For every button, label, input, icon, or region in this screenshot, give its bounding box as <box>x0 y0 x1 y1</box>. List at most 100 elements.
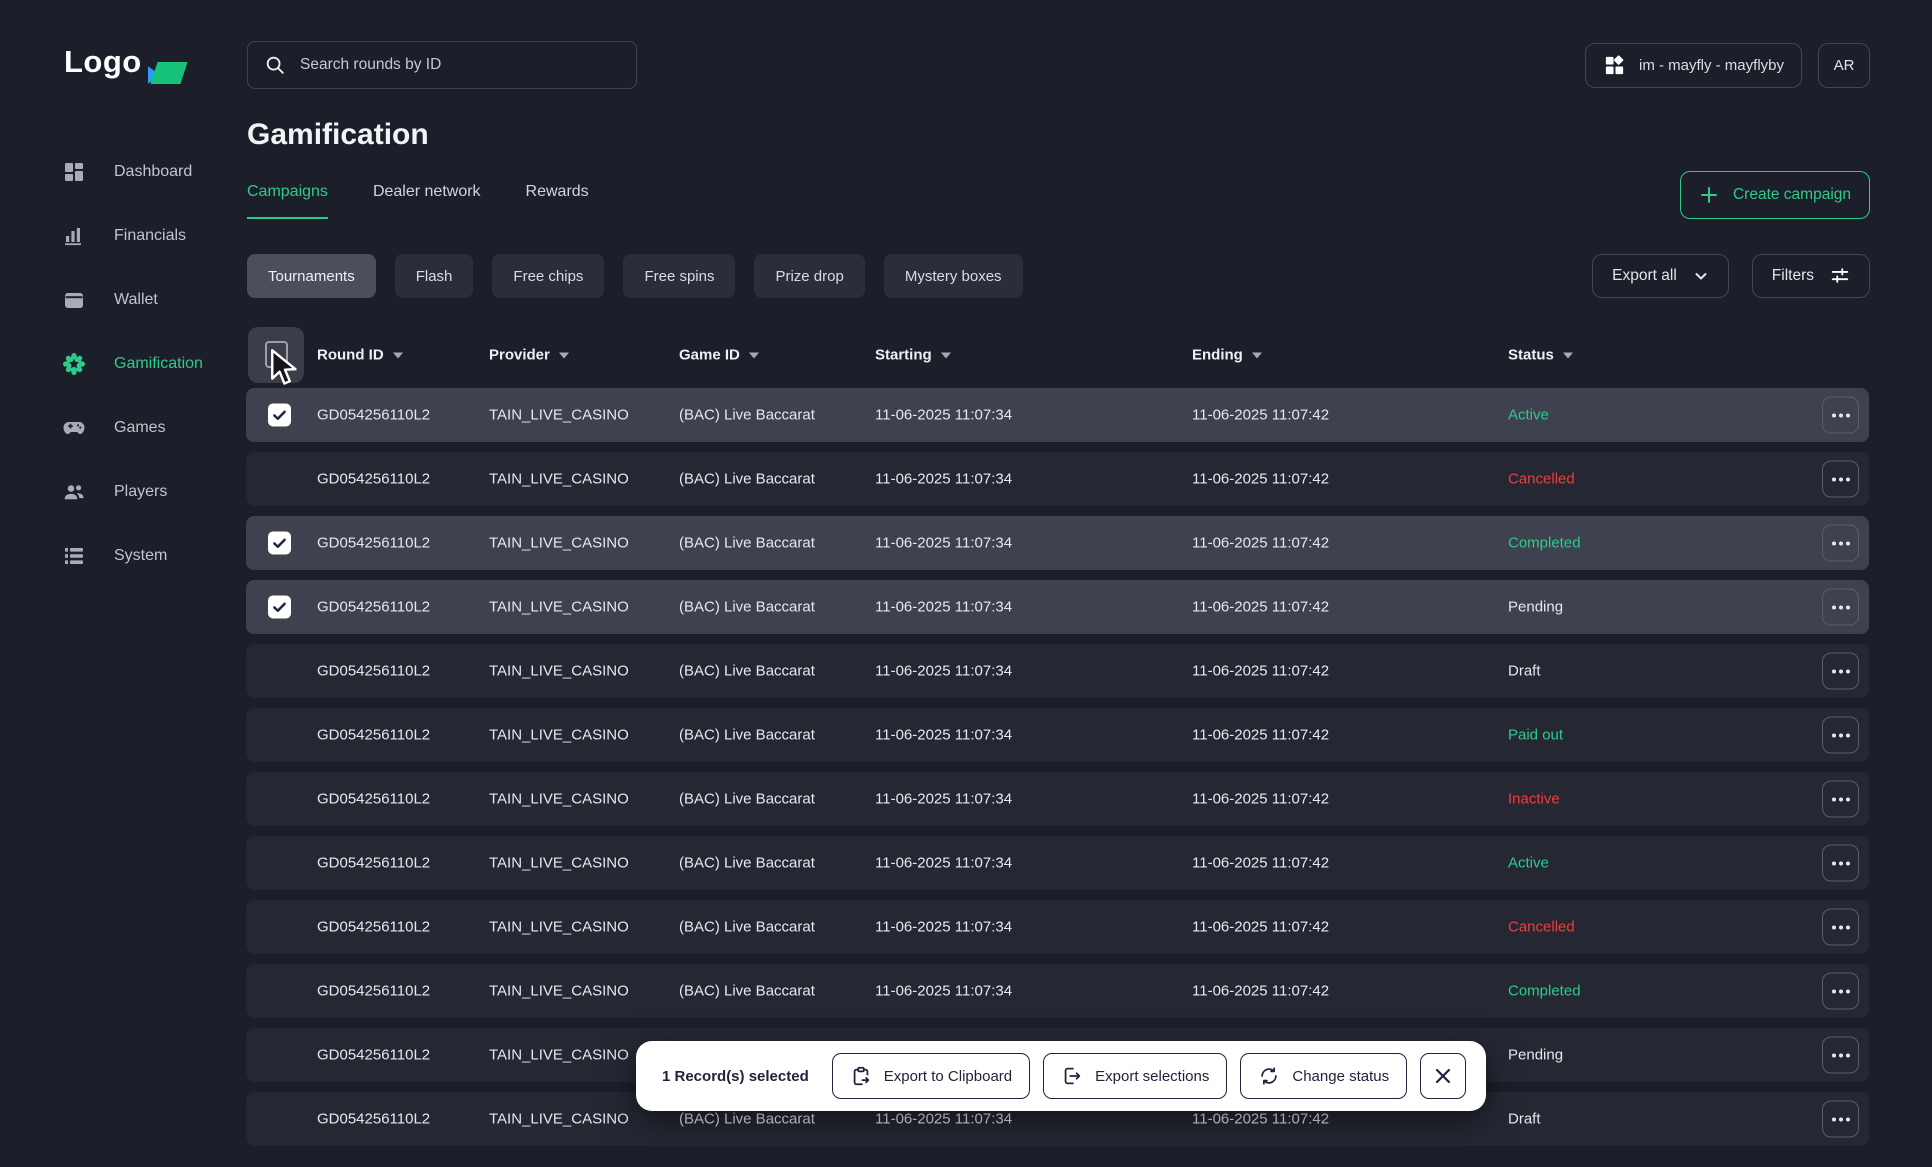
round-id-cell: GD054256110L2 <box>317 855 430 872</box>
sidebar-item-label: Games <box>114 419 166 437</box>
chip-tournaments[interactable]: Tournaments <box>247 254 376 298</box>
row-actions-button[interactable] <box>1822 717 1859 754</box>
provider-cell: TAIN_LIVE_CASINO <box>489 919 629 936</box>
game-id-cell: (BAC) Live Baccarat <box>679 919 815 936</box>
row-actions-button[interactable] <box>1822 461 1859 498</box>
table-row[interactable]: GD054256110L2 TAIN_LIVE_CASINO (BAC) Liv… <box>246 452 1869 506</box>
table-row[interactable]: GD054256110L2 TAIN_LIVE_CASINO (BAC) Liv… <box>246 964 1869 1018</box>
sidebar-item-wallet[interactable]: Wallet <box>0 268 246 332</box>
export-to-clipboard-button[interactable]: Export to Clipboard <box>832 1053 1030 1099</box>
column-header-round-id[interactable]: Round ID <box>317 347 403 364</box>
logo-mark-icon <box>144 60 188 90</box>
column-header-status[interactable]: Status <box>1508 347 1573 364</box>
ending-cell: 11-06-2025 11:07:42 <box>1192 791 1329 808</box>
table-row[interactable]: GD054256110L2 TAIN_LIVE_CASINO (BAC) Liv… <box>246 708 1869 762</box>
gamepad-icon <box>62 416 86 440</box>
tab-dealer-network[interactable]: Dealer network <box>373 183 481 219</box>
selection-toolbar: 1 Record(s) selected Export to Clipboard… <box>636 1041 1486 1111</box>
row-checkbox[interactable] <box>268 404 291 427</box>
chip-free-spins[interactable]: Free spins <box>623 254 735 298</box>
create-campaign-button[interactable]: Create campaign <box>1680 171 1870 219</box>
table-row[interactable]: GD054256110L2 TAIN_LIVE_CASINO (BAC) Liv… <box>246 644 1869 698</box>
round-id-cell: GD054256110L2 <box>317 727 430 744</box>
round-id-cell: GD054256110L2 <box>317 407 430 424</box>
sidebar-item-dashboard[interactable]: Dashboard <box>0 140 246 204</box>
sidebar-item-games[interactable]: Games <box>0 396 246 460</box>
row-actions-button[interactable] <box>1822 397 1859 434</box>
row-checkbox[interactable] <box>268 596 291 619</box>
chip-free-chips[interactable]: Free chips <box>492 254 604 298</box>
row-checkbox[interactable] <box>268 532 291 555</box>
round-id-cell: GD054256110L2 <box>317 599 430 616</box>
status-badge: Pending <box>1508 1047 1563 1064</box>
table-row[interactable]: GD054256110L2 TAIN_LIVE_CASINO (BAC) Liv… <box>246 516 1869 570</box>
export-selections-button[interactable]: Export selections <box>1043 1053 1227 1099</box>
sidebar-item-gamification[interactable]: Gamification <box>0 332 246 396</box>
row-actions-button[interactable] <box>1822 1101 1859 1138</box>
table-row[interactable]: GD054256110L2 TAIN_LIVE_CASINO (BAC) Liv… <box>246 836 1869 890</box>
round-id-cell: GD054256110L2 <box>317 1111 430 1128</box>
chip-prize-drop[interactable]: Prize drop <box>754 254 864 298</box>
chevron-down-icon <box>1693 268 1709 284</box>
export-all-button[interactable]: Export all <box>1592 254 1729 298</box>
tab-campaigns[interactable]: Campaigns <box>247 183 328 219</box>
table-row[interactable]: GD054256110L2 TAIN_LIVE_CASINO (BAC) Liv… <box>246 772 1869 826</box>
chip-flash[interactable]: Flash <box>395 254 474 298</box>
row-actions-button[interactable] <box>1822 525 1859 562</box>
row-actions-button[interactable] <box>1822 973 1859 1010</box>
ending-cell: 11-06-2025 11:07:42 <box>1192 919 1329 936</box>
filters-button[interactable]: Filters <box>1752 254 1870 298</box>
chip-mystery-boxes[interactable]: Mystery boxes <box>884 254 1023 298</box>
sidebar-item-label: Financials <box>114 227 186 245</box>
ending-cell: 11-06-2025 11:07:42 <box>1192 471 1329 488</box>
sidebar-item-system[interactable]: System <box>0 524 246 588</box>
row-actions-button[interactable] <box>1822 589 1859 626</box>
page-title: Gamification <box>247 118 429 152</box>
ellipsis-icon <box>1832 477 1836 481</box>
table-row[interactable]: GD054256110L2 TAIN_LIVE_CASINO (BAC) Liv… <box>246 900 1869 954</box>
search-rounds-box <box>247 41 637 89</box>
column-header-starting[interactable]: Starting <box>875 347 951 364</box>
status-badge: Cancelled <box>1508 471 1575 488</box>
sidebar-item-financials[interactable]: Financials <box>0 204 246 268</box>
players-icon <box>62 480 86 504</box>
sort-caret-icon <box>1563 352 1573 358</box>
ellipsis-icon <box>1832 733 1836 737</box>
game-id-cell: (BAC) Live Baccarat <box>679 791 815 808</box>
close-selection-toolbar-button[interactable] <box>1420 1053 1466 1099</box>
row-actions-button[interactable] <box>1822 845 1859 882</box>
round-id-cell: GD054256110L2 <box>317 535 430 552</box>
row-actions-button[interactable] <box>1822 781 1859 818</box>
row-actions-button[interactable] <box>1822 1037 1859 1074</box>
search-input[interactable] <box>300 56 620 74</box>
workspace-switcher-button[interactable]: im - mayfly - mayflyby <box>1585 43 1802 88</box>
provider-cell: TAIN_LIVE_CASINO <box>489 855 629 872</box>
plus-icon <box>1699 185 1719 205</box>
starting-cell: 11-06-2025 11:07:34 <box>875 471 1012 488</box>
change-status-button[interactable]: Change status <box>1240 1053 1407 1099</box>
filters-label: Filters <box>1772 267 1814 285</box>
provider-cell: TAIN_LIVE_CASINO <box>489 791 629 808</box>
game-id-cell: (BAC) Live Baccarat <box>679 855 815 872</box>
avatar[interactable]: AR <box>1818 43 1870 88</box>
provider-cell: TAIN_LIVE_CASINO <box>489 599 629 616</box>
table-row[interactable]: GD054256110L2 TAIN_LIVE_CASINO (BAC) Liv… <box>246 388 1869 442</box>
workspace-grid-icon <box>1603 54 1626 77</box>
table-row[interactable]: GD054256110L2 TAIN_LIVE_CASINO (BAC) Liv… <box>246 580 1869 634</box>
provider-cell: TAIN_LIVE_CASINO <box>489 407 629 424</box>
table-header: Round ID Provider Game ID Starting Endin… <box>246 326 1869 384</box>
column-header-provider[interactable]: Provider <box>489 347 569 364</box>
select-all-checkbox[interactable] <box>248 327 304 383</box>
tab-rewards[interactable]: Rewards <box>526 183 589 219</box>
sidebar-item-label: Wallet <box>114 291 158 309</box>
status-badge: Completed <box>1508 983 1581 1000</box>
tab-bar: Campaigns Dealer network Rewards <box>247 183 589 219</box>
game-id-cell: (BAC) Live Baccarat <box>679 983 815 1000</box>
column-header-ending[interactable]: Ending <box>1192 347 1262 364</box>
row-actions-button[interactable] <box>1822 653 1859 690</box>
row-actions-button[interactable] <box>1822 909 1859 946</box>
column-header-game-id[interactable]: Game ID <box>679 347 759 364</box>
ellipsis-icon <box>1832 1117 1836 1121</box>
sidebar-item-players[interactable]: Players <box>0 460 246 524</box>
system-icon <box>62 544 86 568</box>
